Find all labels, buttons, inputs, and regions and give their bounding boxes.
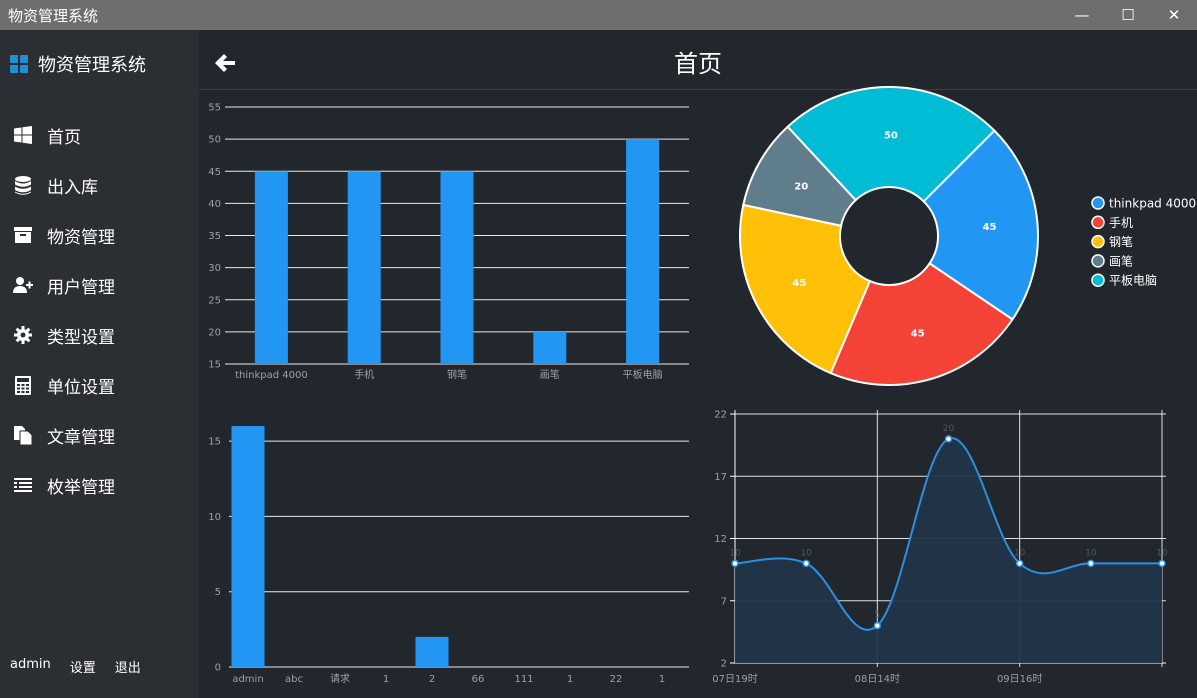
x-tick-label: 钢笔 [447,368,467,381]
y-tick-label: 45 [208,167,221,178]
legend-label: 平板电脑 [1109,274,1157,288]
dashboard-charts: 152025303540455055thinkpad 4000 手机 钢笔 画笔 平板电… [208,86,1196,686]
y-tick-label: 15 [208,437,221,448]
user-bar-chart: 051015admin abc 请求 1 2 66 111 1 22 1 [208,426,689,685]
pie-legend: thinkpad 4000 手机钢笔画笔平板电脑 [1091,196,1196,288]
x-tick-label: 08日14时 [855,673,900,685]
x-tick-label: 66 [472,674,485,685]
area-fill [735,438,1162,663]
legend-swatch [1091,273,1105,287]
data-point [1015,559,1024,568]
x-tick-label: 09日16时 [997,673,1042,685]
data-label: 10 [729,548,741,558]
slice-label: 45 [983,222,997,233]
y-tick-label: 0 [215,663,221,674]
y-tick-label: 12 [714,534,727,545]
data-label: 10 [1085,548,1097,558]
bar [231,426,265,667]
bar [440,171,474,364]
x-tick-label: 手机 [354,368,374,381]
slice-label: 50 [884,131,898,142]
x-tick-label: 2 [429,674,435,685]
bar [533,331,567,364]
data-label: 10 [1156,548,1168,558]
slice-label: 45 [911,328,925,339]
x-tick-label: admin [232,674,263,685]
x-tick-label: 1 [383,674,389,685]
legend-swatch [1091,196,1105,210]
slice-label: 20 [794,182,808,193]
x-tick-label: thinkpad 4000 [235,370,308,381]
x-tick-label: 平板电脑 [623,368,663,381]
x-tick-label: 22 [610,674,623,685]
x-tick-label: 07日19时 [712,673,757,685]
data-label: 10 [800,548,812,558]
x-tick-label: 1 [659,674,665,685]
y-tick-label: 5 [215,587,221,598]
data-point [802,559,810,568]
y-tick-label: 35 [208,231,221,242]
data-label: 5 [874,611,880,621]
legend-label: 钢笔 [1109,234,1133,249]
x-tick-label: 画笔 [540,368,560,381]
y-tick-label: 7 [721,596,727,607]
x-tick-label: 1 [567,674,573,685]
data-point [944,435,953,443]
legend-label: 手机 [1109,216,1133,230]
legend-swatch [1091,254,1105,268]
x-tick-label: 请求 [330,672,350,685]
legend-swatch [1091,234,1105,249]
bar [626,139,660,364]
y-tick-label: 20 [208,327,221,338]
y-tick-label: 10 [208,512,221,523]
legend-label: 画笔 [1109,253,1133,268]
bar [254,171,288,364]
y-tick-label: 22 [714,410,727,421]
trend-area-chart: 2 7 12 17 22 07日19时 08日14时 09日16时 10 10 5 20 10 10 10 [712,410,1168,686]
bar [347,171,381,364]
data-point [873,621,882,630]
y-tick-label: 15 [208,360,221,371]
data-point [1087,559,1095,568]
y-tick-label: 55 [208,103,221,114]
x-tick-label: 111 [514,674,533,685]
y-tick-label: 50 [208,135,221,146]
stock-donut-chart: 45 45 45 20 50 thinkpad 4000 手机钢笔画笔平板电脑 [739,86,1196,386]
legend-swatch [1091,215,1105,230]
stock-bar-chart: 15 20 25 30 35 40 45 50 55 thinkpad 4000 手机 钢笔 画笔 平板电… [208,103,689,381]
slice-label: 45 [792,278,806,289]
x-tick-label: abc [285,674,303,685]
data-point [1158,559,1166,568]
legend-label: thinkpad 4000 [1109,197,1196,211]
y-tick-label: 25 [208,295,221,306]
data-point [731,559,739,568]
y-tick-label: 30 [208,263,221,274]
data-label: 10 [1014,548,1026,558]
data-label: 20 [943,424,955,434]
y-tick-label: 40 [208,199,221,210]
y-tick-label: 2 [721,659,727,670]
y-tick-label: 17 [714,472,727,483]
bar [415,636,449,667]
